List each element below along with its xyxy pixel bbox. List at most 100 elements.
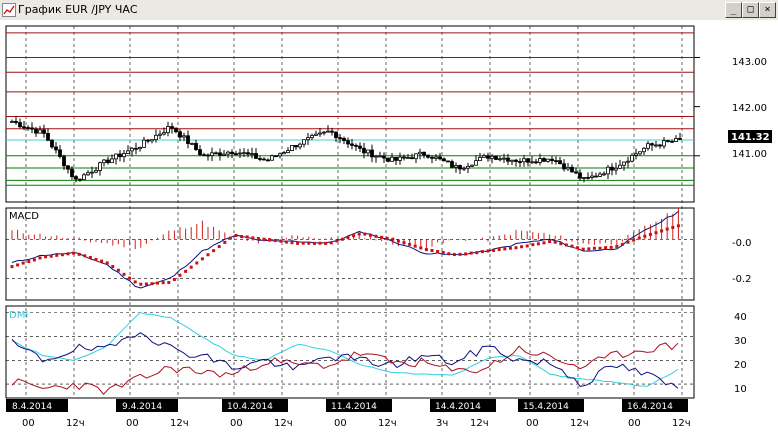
candle-body bbox=[130, 147, 134, 152]
signal-point-27 bbox=[161, 281, 165, 285]
candle-body bbox=[646, 143, 650, 149]
signal-point-67 bbox=[385, 236, 389, 240]
candle-body bbox=[78, 178, 82, 181]
candle-body bbox=[478, 156, 482, 162]
candle-body bbox=[154, 134, 158, 141]
candle-body bbox=[34, 128, 38, 134]
candle-body bbox=[650, 143, 654, 146]
signal-point-19 bbox=[116, 268, 120, 272]
candle-body bbox=[194, 143, 198, 150]
chart-app-icon bbox=[2, 3, 16, 17]
signal-point-13 bbox=[83, 254, 87, 258]
candle-body bbox=[122, 153, 126, 158]
price-tick-141: 141.00 bbox=[732, 149, 767, 160]
signal-point-81 bbox=[464, 252, 468, 256]
candle-body bbox=[534, 161, 538, 164]
candle-body bbox=[474, 160, 478, 166]
dmi-tick-20: 20 bbox=[734, 360, 747, 371]
date-label-6: 16.4.2014 bbox=[622, 399, 688, 412]
signal-point-114 bbox=[648, 232, 652, 236]
signal-point-90 bbox=[514, 246, 518, 250]
candle-body bbox=[586, 177, 590, 179]
hour-0-a: 00 bbox=[22, 418, 35, 429]
candle-body bbox=[666, 140, 670, 143]
signal-point-82 bbox=[469, 251, 473, 255]
candle-body bbox=[146, 139, 150, 142]
signal-point-75 bbox=[430, 248, 434, 252]
signal-point-2 bbox=[21, 261, 25, 265]
candle-body bbox=[14, 121, 18, 123]
candle-body bbox=[602, 173, 606, 176]
signal-point-91 bbox=[520, 245, 524, 249]
candle-body bbox=[214, 152, 218, 155]
candle-body bbox=[578, 172, 582, 179]
signal-point-0 bbox=[10, 265, 14, 269]
candle-body bbox=[442, 158, 446, 162]
candle-body bbox=[158, 133, 162, 136]
candle-body bbox=[46, 133, 50, 141]
signal-point-33 bbox=[195, 261, 199, 265]
close-button[interactable]: × bbox=[759, 2, 776, 18]
candle-body bbox=[486, 155, 490, 159]
candle-body bbox=[218, 152, 222, 156]
signal-point-80 bbox=[458, 252, 462, 256]
candle-body bbox=[610, 166, 614, 171]
candle-body bbox=[234, 153, 238, 156]
signal-point-118 bbox=[671, 225, 675, 229]
signal-point-15 bbox=[94, 258, 98, 262]
candle-body bbox=[414, 153, 418, 160]
candle-body bbox=[542, 158, 546, 162]
signal-point-9 bbox=[60, 253, 64, 257]
hour-1-b: 12ч bbox=[170, 418, 189, 429]
signal-point-59 bbox=[340, 237, 344, 241]
candle-body bbox=[590, 175, 594, 178]
signal-point-88 bbox=[503, 247, 507, 251]
candle-body bbox=[358, 145, 362, 149]
signal-point-69 bbox=[396, 239, 400, 243]
signal-point-79 bbox=[452, 253, 456, 257]
candle-body bbox=[618, 164, 622, 169]
candle-body bbox=[242, 152, 246, 155]
minimize-button[interactable]: _ bbox=[725, 2, 742, 18]
candle-body bbox=[430, 156, 434, 159]
signal-point-77 bbox=[441, 250, 445, 254]
candle-body bbox=[382, 155, 386, 159]
candle-body bbox=[626, 160, 630, 163]
signal-point-48 bbox=[279, 239, 283, 243]
candle-body bbox=[598, 173, 602, 177]
signal-point-41 bbox=[240, 235, 244, 239]
signal-point-51 bbox=[296, 241, 300, 245]
candle-body bbox=[182, 135, 186, 138]
candle-body bbox=[282, 152, 286, 155]
signal-point-58 bbox=[335, 239, 339, 243]
candle-body bbox=[538, 158, 542, 163]
price-tick-143: 143.00 bbox=[732, 57, 767, 68]
candle-body bbox=[450, 161, 454, 168]
signal-point-20 bbox=[122, 272, 126, 276]
maximize-button[interactable]: □ bbox=[742, 2, 759, 18]
candle-body bbox=[498, 158, 502, 161]
signal-point-61 bbox=[352, 234, 356, 238]
candle-66 bbox=[274, 155, 278, 158]
candle-body bbox=[50, 139, 54, 148]
candle-body bbox=[434, 156, 438, 159]
signal-point-5 bbox=[38, 256, 42, 260]
candle-body bbox=[62, 156, 66, 167]
signal-point-89 bbox=[508, 246, 512, 250]
signal-point-78 bbox=[447, 252, 451, 256]
candle-body bbox=[66, 165, 70, 170]
signal-point-73 bbox=[419, 246, 423, 250]
candle-body bbox=[338, 137, 342, 140]
candle-body bbox=[398, 156, 402, 161]
signal-point-14 bbox=[88, 256, 92, 260]
candle-body bbox=[642, 147, 646, 153]
candle-body bbox=[394, 156, 398, 161]
candle-body bbox=[346, 140, 350, 145]
candle-body bbox=[18, 122, 22, 128]
signal-point-21 bbox=[128, 276, 132, 280]
signal-point-56 bbox=[324, 241, 328, 245]
candle-body bbox=[402, 156, 406, 159]
candle-body bbox=[174, 127, 178, 133]
candle-body bbox=[678, 137, 682, 140]
signal-point-119 bbox=[676, 224, 680, 228]
